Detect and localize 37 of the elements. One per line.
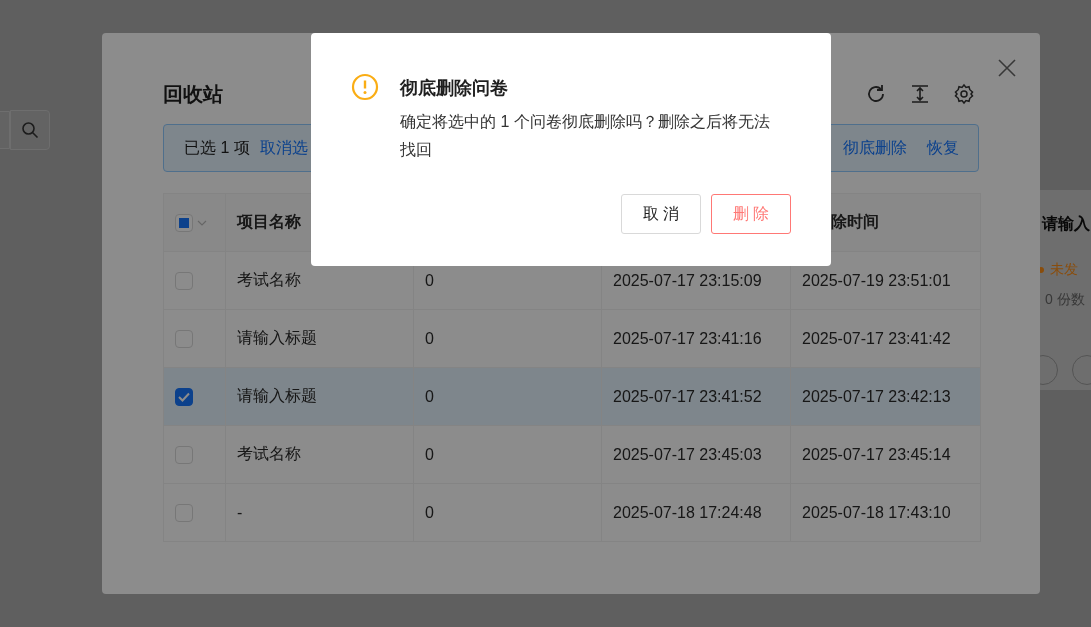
selection-count: 已选 1 项 <box>184 137 250 158</box>
table-cell: 2025-07-17 23:41:42 <box>790 309 981 368</box>
table-cell: 0 <box>413 309 602 368</box>
search-button[interactable] <box>10 110 50 150</box>
dialog-message: 确定将选中的 1 个问卷彻底删除吗？删除之后将无法找回 <box>400 112 771 160</box>
cancel-button[interactable]: 取 消 <box>621 194 701 234</box>
table-cell: 2025-07-17 23:42:13 <box>790 367 981 426</box>
restore-link[interactable]: 恢复 <box>927 137 959 159</box>
checkbox[interactable] <box>175 387 193 406</box>
table-cell: 0 <box>413 425 602 484</box>
table-cell: - <box>225 483 414 542</box>
table-cell: 0 <box>413 367 602 426</box>
status-label: 未发 <box>1050 261 1078 279</box>
clear-selection-link[interactable]: 取消选 <box>259 137 308 159</box>
column-height-icon[interactable] <box>909 83 931 105</box>
select-all-checkbox[interactable] <box>175 213 193 232</box>
search-icon <box>21 121 39 139</box>
close-icon[interactable] <box>998 59 1016 77</box>
table-cell: 2025-07-18 17:43:10 <box>790 483 981 542</box>
table-cell: 请输入标题 <box>225 309 414 368</box>
delete-button[interactable]: 删 除 <box>711 194 791 234</box>
delete-permanently-link[interactable]: 彻底删除 <box>843 137 907 159</box>
modal-title: 回收站 <box>163 81 223 107</box>
warning-icon <box>351 73 379 101</box>
chevron-down-icon[interactable] <box>197 219 207 226</box>
table-cell: 请输入标题 <box>225 367 414 426</box>
table-cell: 2025-07-18 17:24:48 <box>601 483 791 542</box>
card-title: 请输入 <box>1042 214 1090 234</box>
table-cell: 2025-07-17 23:41:16 <box>601 309 791 368</box>
table-cell: 2025-07-17 23:45:03 <box>601 425 791 484</box>
table-cell: 2025-07-17 23:45:14 <box>790 425 981 484</box>
settings-icon[interactable] <box>953 83 975 105</box>
table-cell: 0 <box>413 483 602 542</box>
reload-icon[interactable] <box>865 83 887 105</box>
table-cell: 2025-07-17 23:41:52 <box>601 367 791 426</box>
dialog-title: 彻底删除问卷 <box>400 77 509 100</box>
table-cell: 考试名称 <box>225 425 414 484</box>
